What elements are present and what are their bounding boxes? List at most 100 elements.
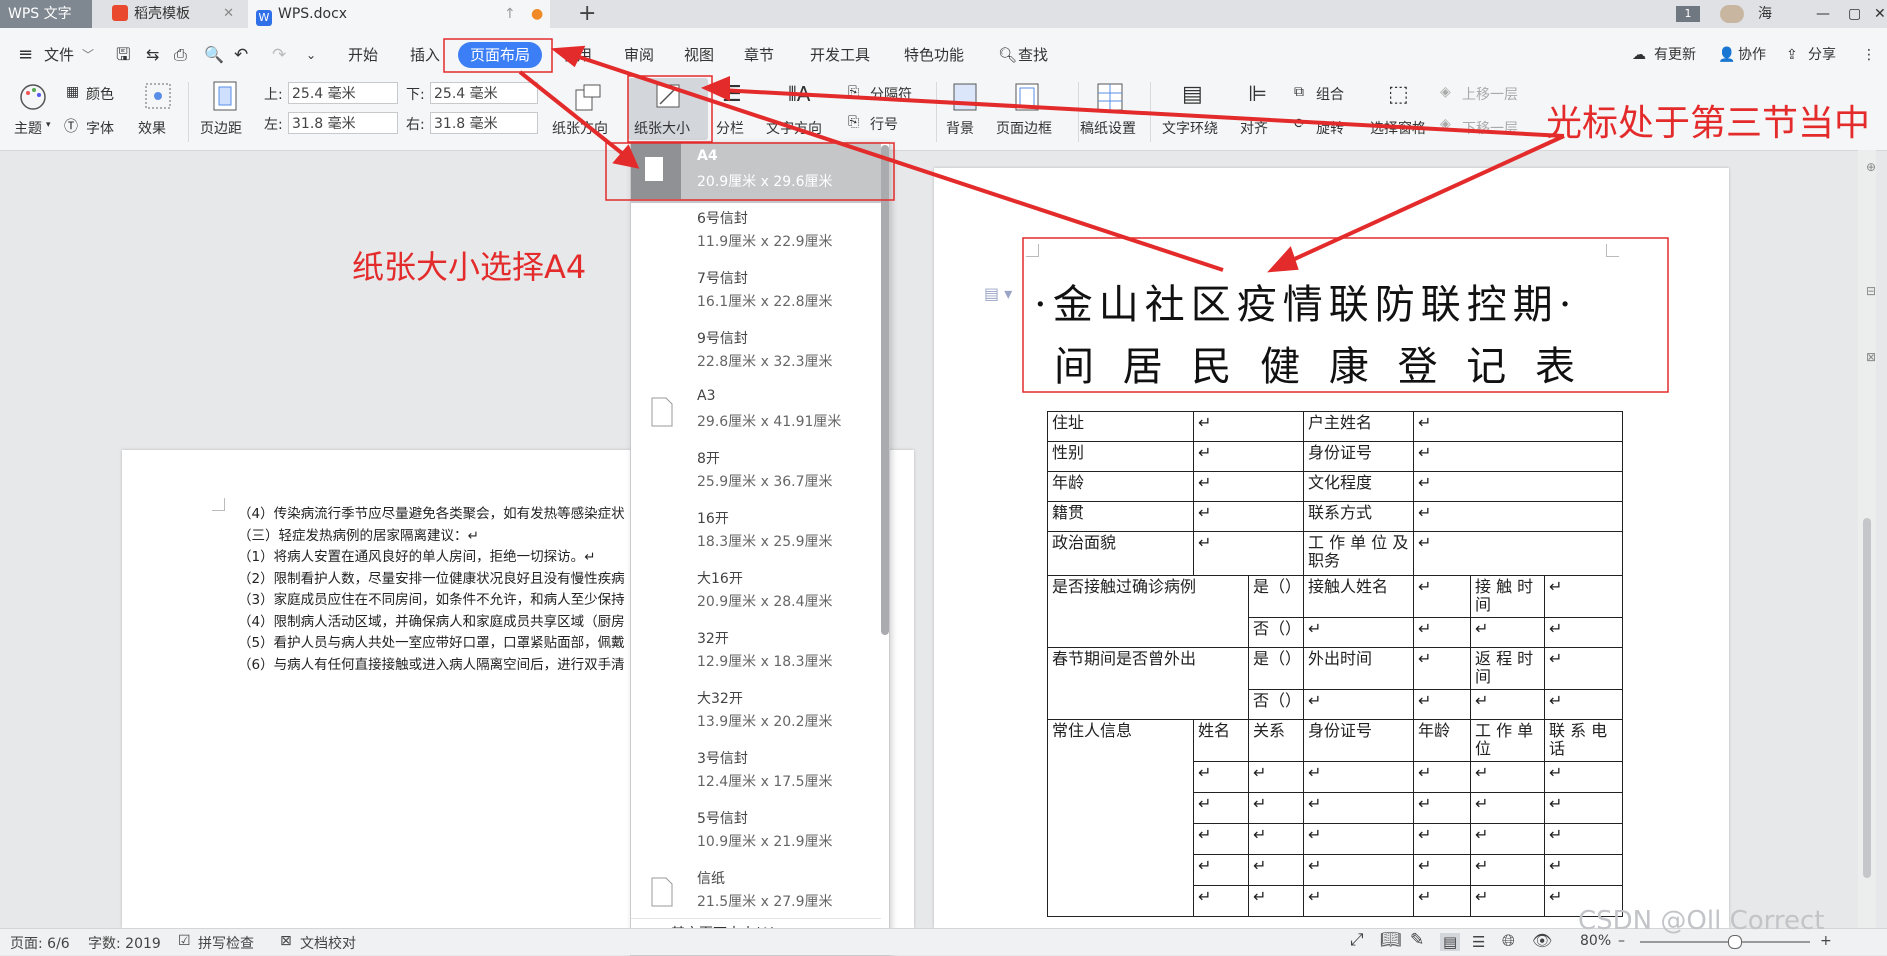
color-button[interactable]: 颜色 (86, 84, 114, 104)
chevron-down-icon[interactable]: ▾ (46, 120, 51, 130)
app-tab[interactable]: WPS 文字 (0, 0, 92, 28)
side-tool-icon[interactable]: ⊕ (1866, 160, 1876, 174)
table-cell[interactable]: 籍贯 (1047, 501, 1194, 532)
table-cell[interactable]: ↵ (1193, 441, 1304, 472)
table-cell[interactable]: 姓名 (1193, 719, 1249, 762)
paper-size-option[interactable]: 7号信封 16.1厘米 x 22.8厘米 (631, 263, 881, 323)
table-cell[interactable]: ↵ (1470, 761, 1545, 793)
page-indicator[interactable]: 页面: 6/6 (10, 933, 70, 953)
table-cell[interactable]: ↵ (1470, 885, 1545, 917)
table-cell[interactable]: ↵ (1303, 854, 1414, 886)
undo-icon[interactable]: ↶ (234, 42, 248, 68)
table-cell[interactable]: ↵ (1413, 531, 1623, 576)
line-number-button[interactable]: 行号 (870, 114, 898, 134)
table-cell[interactable]: ↵ (1193, 792, 1249, 824)
table-cell[interactable]: 年龄 (1047, 471, 1194, 502)
proofread-button[interactable]: 文档校对 (300, 933, 356, 953)
table-cell[interactable]: ↵ (1193, 761, 1249, 793)
table-cell[interactable]: ↵ (1413, 761, 1471, 793)
tab-references[interactable]: 引用 (562, 42, 592, 68)
grid-paper-button[interactable]: 稿纸设置 (1080, 118, 1136, 138)
table-cell[interactable]: 性别 (1047, 441, 1194, 472)
table-cell[interactable]: ↵ (1303, 885, 1414, 917)
right-margin-input[interactable]: 31.8 毫米 (430, 112, 538, 134)
table-cell[interactable]: ↵ (1303, 823, 1414, 855)
table-cell[interactable]: 是（） (1248, 647, 1304, 690)
paragraph-handle-icon[interactable]: ▤ ▾ (984, 284, 1012, 303)
scrollbar-thumb[interactable] (1863, 518, 1871, 878)
paper-size-option[interactable]: 大32开 13.9厘米 x 20.2厘米 (631, 683, 881, 743)
table-cell[interactable]: ↵ (1544, 823, 1623, 855)
tab-special-features[interactable]: 特色功能 (904, 42, 964, 68)
table-cell[interactable]: 外出时间 (1303, 647, 1414, 690)
fullscreen-icon[interactable]: ⤢ (1350, 930, 1364, 950)
table-cell[interactable]: 住址 (1047, 411, 1194, 442)
table-cell[interactable]: ↵ (1470, 823, 1545, 855)
dropdown-scrollbar-thumb[interactable] (881, 145, 889, 635)
registration-table[interactable]: 住址 ↵ 户主姓名 ↵ 性别 ↵ 身份证号 ↵ 年龄 ↵ 文化程度 ↵ 籍贯 ↵… (1047, 411, 1623, 917)
table-cell[interactable]: ↵ (1413, 885, 1471, 917)
print-preview-icon[interactable]: 🔍 (204, 42, 224, 68)
spellcheck-button[interactable]: 拼写检查 (198, 933, 254, 953)
redo-icon[interactable]: ↷ (272, 42, 286, 68)
table-cell[interactable]: ↵ (1413, 617, 1471, 648)
table-cell[interactable]: ↵ (1544, 647, 1623, 690)
close-icon[interactable]: ✕ (223, 0, 234, 28)
maximize-icon[interactable]: ▢ (1840, 0, 1861, 28)
table-cell[interactable]: ↵ (1248, 761, 1304, 793)
paper-size-option[interactable]: A3 29.6厘米 x 41.91厘米 (631, 383, 881, 443)
tab-developer[interactable]: 开发工具 (810, 42, 870, 68)
page-view-icon[interactable]: ▤ (1440, 933, 1461, 951)
table-cell[interactable]: 否（） (1248, 617, 1304, 648)
table-cell[interactable]: 返 程 时 间 (1470, 647, 1545, 690)
quick-access-more-icon[interactable]: ⌄ (306, 42, 316, 68)
tab-start[interactable]: 开始 (348, 42, 378, 68)
table-cell[interactable]: ↵ (1544, 761, 1623, 793)
table-cell[interactable]: ↵ (1413, 689, 1471, 720)
table-cell[interactable]: ↵ (1193, 501, 1304, 532)
table-cell[interactable]: ↵ (1413, 854, 1471, 886)
user-name[interactable]: 海 (1750, 0, 1780, 28)
table-cell[interactable]: ↵ (1193, 471, 1304, 502)
font-button[interactable]: 字体 (86, 118, 114, 138)
chevron-down-icon[interactable]: ﹀ (82, 42, 94, 68)
table-cell[interactable]: ↵ (1470, 689, 1545, 720)
window-count-badge[interactable]: 1 (1676, 6, 1700, 22)
avatar[interactable] (1720, 5, 1744, 23)
table-cell[interactable]: ↵ (1413, 792, 1471, 824)
web-view-icon[interactable]: 🌐︎ (1502, 931, 1515, 951)
margin-button[interactable]: 页边距 (200, 118, 242, 138)
update-link[interactable]: 有更新 (1654, 42, 1696, 68)
effect-button[interactable]: 效果 (138, 118, 166, 138)
document-tab[interactable]: W WPS.docx ↑ ● (248, 0, 550, 28)
template-tab[interactable]: 稻壳模板 ✕ (104, 0, 244, 28)
table-cell[interactable]: 工 作 单 位 (1470, 719, 1545, 762)
selection-pane-button[interactable]: 选择窗格 (1370, 118, 1426, 138)
new-tab-icon[interactable]: + (570, 0, 600, 28)
zoom-slider-handle[interactable] (1728, 935, 1742, 949)
tab-insert[interactable]: 插入 (410, 42, 440, 68)
tab-review[interactable]: 审阅 (624, 42, 654, 68)
table-cell[interactable]: 春节期间是否曾外出 (1047, 647, 1249, 720)
search-menu[interactable]: 查找 (1018, 42, 1048, 68)
table-cell[interactable]: ↵ (1193, 854, 1249, 886)
table-cell[interactable]: ↵ (1413, 575, 1471, 618)
tab-page-layout[interactable]: 页面布局 (458, 42, 543, 68)
orientation-button[interactable]: 纸张方向 (552, 118, 608, 138)
table-cell[interactable]: ↵ (1248, 854, 1304, 886)
table-cell[interactable]: 政治面貌 (1047, 531, 1194, 576)
table-cell[interactable]: 身份证号 (1303, 441, 1414, 472)
text-wrap-button[interactable]: 文字环绕 (1162, 118, 1218, 138)
paper-size-option[interactable]: 9号信封 22.8厘米 x 32.3厘米 (631, 323, 881, 383)
bottom-margin-input[interactable]: 25.4 毫米 (430, 82, 538, 104)
table-cell[interactable]: ↵ (1544, 854, 1623, 886)
paper-size-option[interactable]: 8开 25.9厘米 x 36.7厘米 (631, 443, 881, 503)
table-cell[interactable]: ↵ (1413, 647, 1471, 690)
table-cell[interactable]: ↵ (1470, 617, 1545, 648)
paper-size-option[interactable]: 大16开 20.9厘米 x 28.4厘米 (631, 563, 881, 623)
rotate-button[interactable]: 旋转 (1316, 118, 1344, 138)
background-button[interactable]: 背景 (946, 118, 974, 138)
share-link[interactable]: 分享 (1808, 42, 1836, 68)
print-icon[interactable]: ⎙ (174, 42, 187, 68)
table-cell[interactable]: ↵ (1193, 885, 1249, 917)
